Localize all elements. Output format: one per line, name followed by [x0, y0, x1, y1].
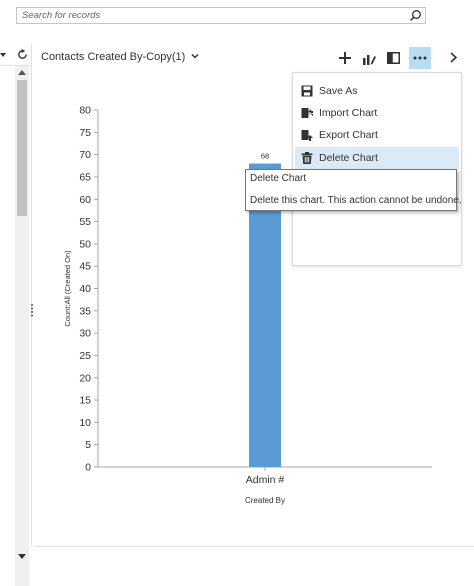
panel-icon — [386, 52, 400, 64]
chevron-right-icon[interactable] — [449, 52, 458, 63]
y-axis-title: Count:All (Created On) — [63, 250, 72, 327]
edit-chart-button[interactable] — [358, 47, 380, 69]
scroll-down-icon[interactable] — [17, 552, 27, 560]
scrollbar-thumb[interactable] — [17, 80, 27, 216]
chart-title: Contacts Created By-Copy(1) — [41, 51, 186, 63]
y-tick-label: 80 — [79, 105, 91, 117]
y-tick-label: 50 — [79, 238, 91, 250]
chevron-down-icon — [191, 53, 199, 59]
list-header — [0, 44, 32, 66]
menu-item-label: Import Chart — [319, 107, 378, 119]
y-tick-label: 55 — [79, 216, 91, 228]
plus-icon — [339, 52, 351, 64]
refresh-icon[interactable] — [17, 49, 28, 60]
search-icon[interactable] — [409, 9, 422, 22]
more-commands-button[interactable] — [409, 47, 431, 69]
menu-item-label: Save As — [319, 85, 358, 97]
ellipsis-icon — [413, 56, 427, 60]
y-tick-label: 70 — [79, 149, 91, 161]
scroll-up-icon[interactable] — [17, 69, 27, 77]
y-tick-label: 20 — [79, 372, 91, 384]
x-tick-label: Admin # — [246, 474, 285, 486]
import-icon — [301, 108, 313, 118]
y-tick-label: 0 — [85, 462, 91, 474]
tooltip-description: Delete this chart. This action cannot be… — [250, 195, 462, 206]
bottom-divider — [34, 546, 474, 547]
menu-item-delete-chart[interactable]: Delete Chart — [295, 147, 459, 169]
toggle-pane-button[interactable] — [382, 47, 404, 69]
y-tick-label: 60 — [79, 194, 91, 206]
chart-selector[interactable]: Contacts Created By-Copy(1) — [41, 51, 199, 63]
y-tick-label: 15 — [79, 395, 91, 407]
vertical-scrollbar[interactable] — [15, 66, 29, 586]
y-tick-label: 5 — [85, 439, 91, 451]
y-tick-label: 65 — [79, 171, 91, 183]
y-tick-label: 40 — [79, 283, 91, 295]
y-tick-label: 45 — [79, 261, 91, 273]
save-icon — [301, 85, 313, 97]
tooltip-title: Delete Chart — [250, 173, 307, 184]
menu-item-save-as[interactable]: Save As — [295, 80, 459, 102]
search-input[interactable] — [17, 8, 407, 23]
dropdown-arrow-icon[interactable] — [0, 52, 6, 58]
menu-item-label: Export Chart — [319, 129, 378, 141]
new-chart-button[interactable] — [334, 47, 356, 69]
menu-item-label: Delete Chart — [319, 152, 378, 164]
y-tick-label: 75 — [79, 127, 91, 139]
y-tick-label: 25 — [79, 350, 91, 362]
menu-item-import-chart[interactable]: Import Chart — [295, 102, 459, 124]
y-tick-label: 30 — [79, 328, 91, 340]
search-box[interactable] — [16, 7, 426, 24]
y-tick-label: 10 — [79, 417, 91, 429]
export-icon — [301, 130, 313, 141]
data-label: 68 — [261, 152, 269, 161]
menu-item-export-chart[interactable]: Export Chart — [295, 124, 459, 146]
chart-edit-icon — [363, 54, 376, 65]
x-axis-title: Created By — [245, 496, 285, 505]
record-list-panel — [0, 44, 32, 586]
y-tick-label: 35 — [79, 305, 91, 317]
trash-icon — [301, 152, 313, 164]
delete-chart-tooltip: Delete Chart Delete this chart. This act… — [245, 169, 462, 211]
